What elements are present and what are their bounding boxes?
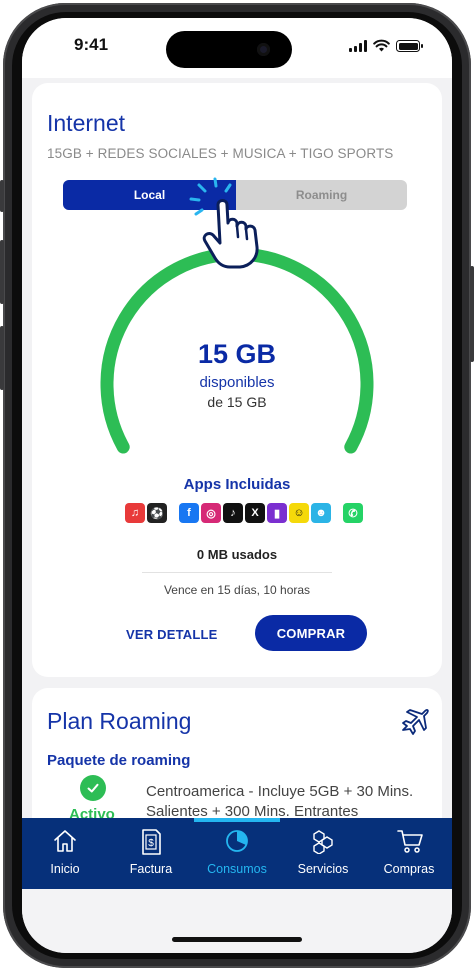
x-icon: X xyxy=(245,503,265,523)
waze-icon: ☻ xyxy=(311,503,331,523)
nav-label-compras: Compras xyxy=(383,862,435,876)
home-indicator xyxy=(172,937,302,942)
nav-item-servicios[interactable]: Servicios xyxy=(280,818,366,889)
package-description: Centroamerica - Incluye 5GB + 30 Mins. S… xyxy=(146,783,414,820)
nav-label-consumos: Consumos xyxy=(207,862,267,876)
volume-down-button xyxy=(0,326,4,390)
nav-label-servicios: Servicios xyxy=(297,862,349,876)
snapchat-icon: ☺ xyxy=(289,503,309,523)
cart-icon xyxy=(397,830,423,853)
whatsapp-icon: ✆ xyxy=(343,503,363,523)
internet-subtitle: 15GB + REDES SOCIALES + MUSICA + TIGO SP… xyxy=(47,146,394,161)
twitch-icon: ▮ xyxy=(267,503,287,523)
pie-chart-icon xyxy=(226,830,248,852)
volume-up-button xyxy=(0,240,4,304)
airplane-icon xyxy=(402,709,429,735)
data-available-amount: 15 GB xyxy=(197,339,277,369)
bottom-safe-area xyxy=(22,889,452,953)
app-screen: 9:41 Internet 15GB + REDES SOCIALES + MU… xyxy=(22,18,452,953)
buy-button[interactable]: COMPRAR xyxy=(255,615,367,651)
home-icon xyxy=(54,830,76,852)
nav-label-factura: Factura xyxy=(129,862,173,876)
view-detail-button[interactable]: VER DETALLE xyxy=(126,627,218,642)
status-time: 9:41 xyxy=(74,35,109,54)
nav-item-consumos[interactable]: Consumos xyxy=(194,818,280,889)
tigo-sports-icon: ⚽ xyxy=(147,503,167,523)
dynamic-island xyxy=(166,31,292,68)
services-icon xyxy=(313,830,333,854)
camera-icon xyxy=(257,43,270,56)
data-available-label: disponibles xyxy=(199,374,275,391)
usage-text: 0 MB usados xyxy=(196,547,278,562)
power-button xyxy=(470,266,474,362)
roaming-package-title: Paquete de roaming xyxy=(47,752,191,769)
apps-included-title: Apps Incluidas xyxy=(183,476,291,493)
nav-item-compras[interactable]: Compras xyxy=(366,818,452,889)
check-icon xyxy=(80,775,106,801)
facebook-icon: f xyxy=(179,503,199,523)
nav-label-inicio: Inicio xyxy=(50,862,80,876)
signal-icon xyxy=(349,40,367,52)
roaming-title: Plan Roaming xyxy=(47,708,192,734)
divider xyxy=(142,572,332,573)
nav-item-factura[interactable]: $ Factura xyxy=(108,818,194,889)
svg-text:$: $ xyxy=(148,838,154,849)
music-app-icon: ♫ xyxy=(125,503,145,523)
instagram-icon: ◎ xyxy=(201,503,221,523)
invoice-icon: $ xyxy=(142,829,161,855)
action-button xyxy=(0,180,4,212)
status-bar: 9:41 xyxy=(22,18,452,78)
tiktok-icon: ♪ xyxy=(223,503,243,523)
wifi-icon xyxy=(373,39,390,52)
expiry-text: Vence en 15 días, 10 horas xyxy=(163,583,311,597)
status-icons xyxy=(349,38,423,52)
data-total: de 15 GB xyxy=(207,394,267,410)
internet-title: Internet xyxy=(47,110,125,136)
internet-card: Internet 15GB + REDES SOCIALES + MUSICA … xyxy=(32,83,442,677)
battery-icon xyxy=(396,40,423,52)
nav-item-inicio[interactable]: Inicio xyxy=(22,818,108,889)
tap-hand-icon xyxy=(189,177,259,269)
bottom-navigation: Inicio $ Factura Consumos Servicios Comp… xyxy=(22,818,452,889)
apps-row: ♫ ⚽ f ◎ ♪ X ▮ ☺ ☻ ✆ xyxy=(125,502,363,524)
